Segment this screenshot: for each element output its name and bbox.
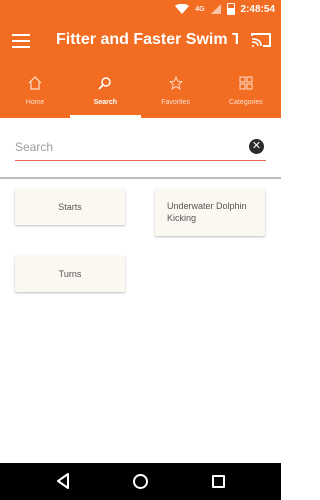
search-input[interactable] — [15, 138, 235, 156]
clear-search-icon[interactable]: ✕ — [249, 139, 264, 154]
search-icon — [98, 77, 112, 90]
home-nav-icon[interactable] — [133, 474, 148, 489]
tab-search[interactable]: Search — [70, 66, 141, 118]
app-bar: Fitter and Faster Swim T... — [0, 18, 281, 66]
tab-bar: Home Search Favorites Categories — [0, 66, 281, 118]
tab-favorites-label: Favorites — [161, 99, 191, 106]
result-card-starts[interactable]: Starts — [15, 189, 125, 225]
system-nav-bar — [0, 463, 281, 500]
status-icons: 4G 2:48:54 — [175, 3, 275, 15]
tab-categories-label: Categories — [228, 99, 263, 106]
signal-icon — [210, 4, 221, 14]
tab-favorites[interactable]: Favorites — [141, 66, 211, 118]
tab-search-label: Search — [93, 99, 118, 106]
tab-home-label: Home — [25, 99, 45, 106]
search-field: ✕ — [15, 138, 266, 161]
wifi-icon — [175, 4, 190, 14]
star-icon — [168, 76, 183, 90]
back-icon[interactable] — [56, 473, 70, 489]
cast-icon[interactable] — [251, 32, 271, 48]
network-type-label: 4G — [195, 5, 205, 13]
result-card-underwater-dolphin-kicking[interactable]: Underwater Dolphin Kicking — [155, 189, 265, 236]
grid-icon — [239, 76, 253, 90]
tab-home[interactable]: Home — [0, 66, 70, 118]
battery-icon — [226, 3, 235, 15]
result-card-turns[interactable]: Turns — [15, 256, 125, 292]
app-title: Fitter and Faster Swim T... — [56, 31, 238, 48]
tab-categories[interactable]: Categories — [211, 66, 281, 118]
status-bar: 4G 2:48:54 — [0, 0, 281, 18]
section-divider — [0, 177, 281, 179]
home-icon — [28, 76, 42, 90]
menu-icon[interactable] — [12, 34, 30, 48]
status-time: 2:48:54 — [240, 3, 275, 15]
recent-apps-icon[interactable] — [212, 475, 225, 488]
